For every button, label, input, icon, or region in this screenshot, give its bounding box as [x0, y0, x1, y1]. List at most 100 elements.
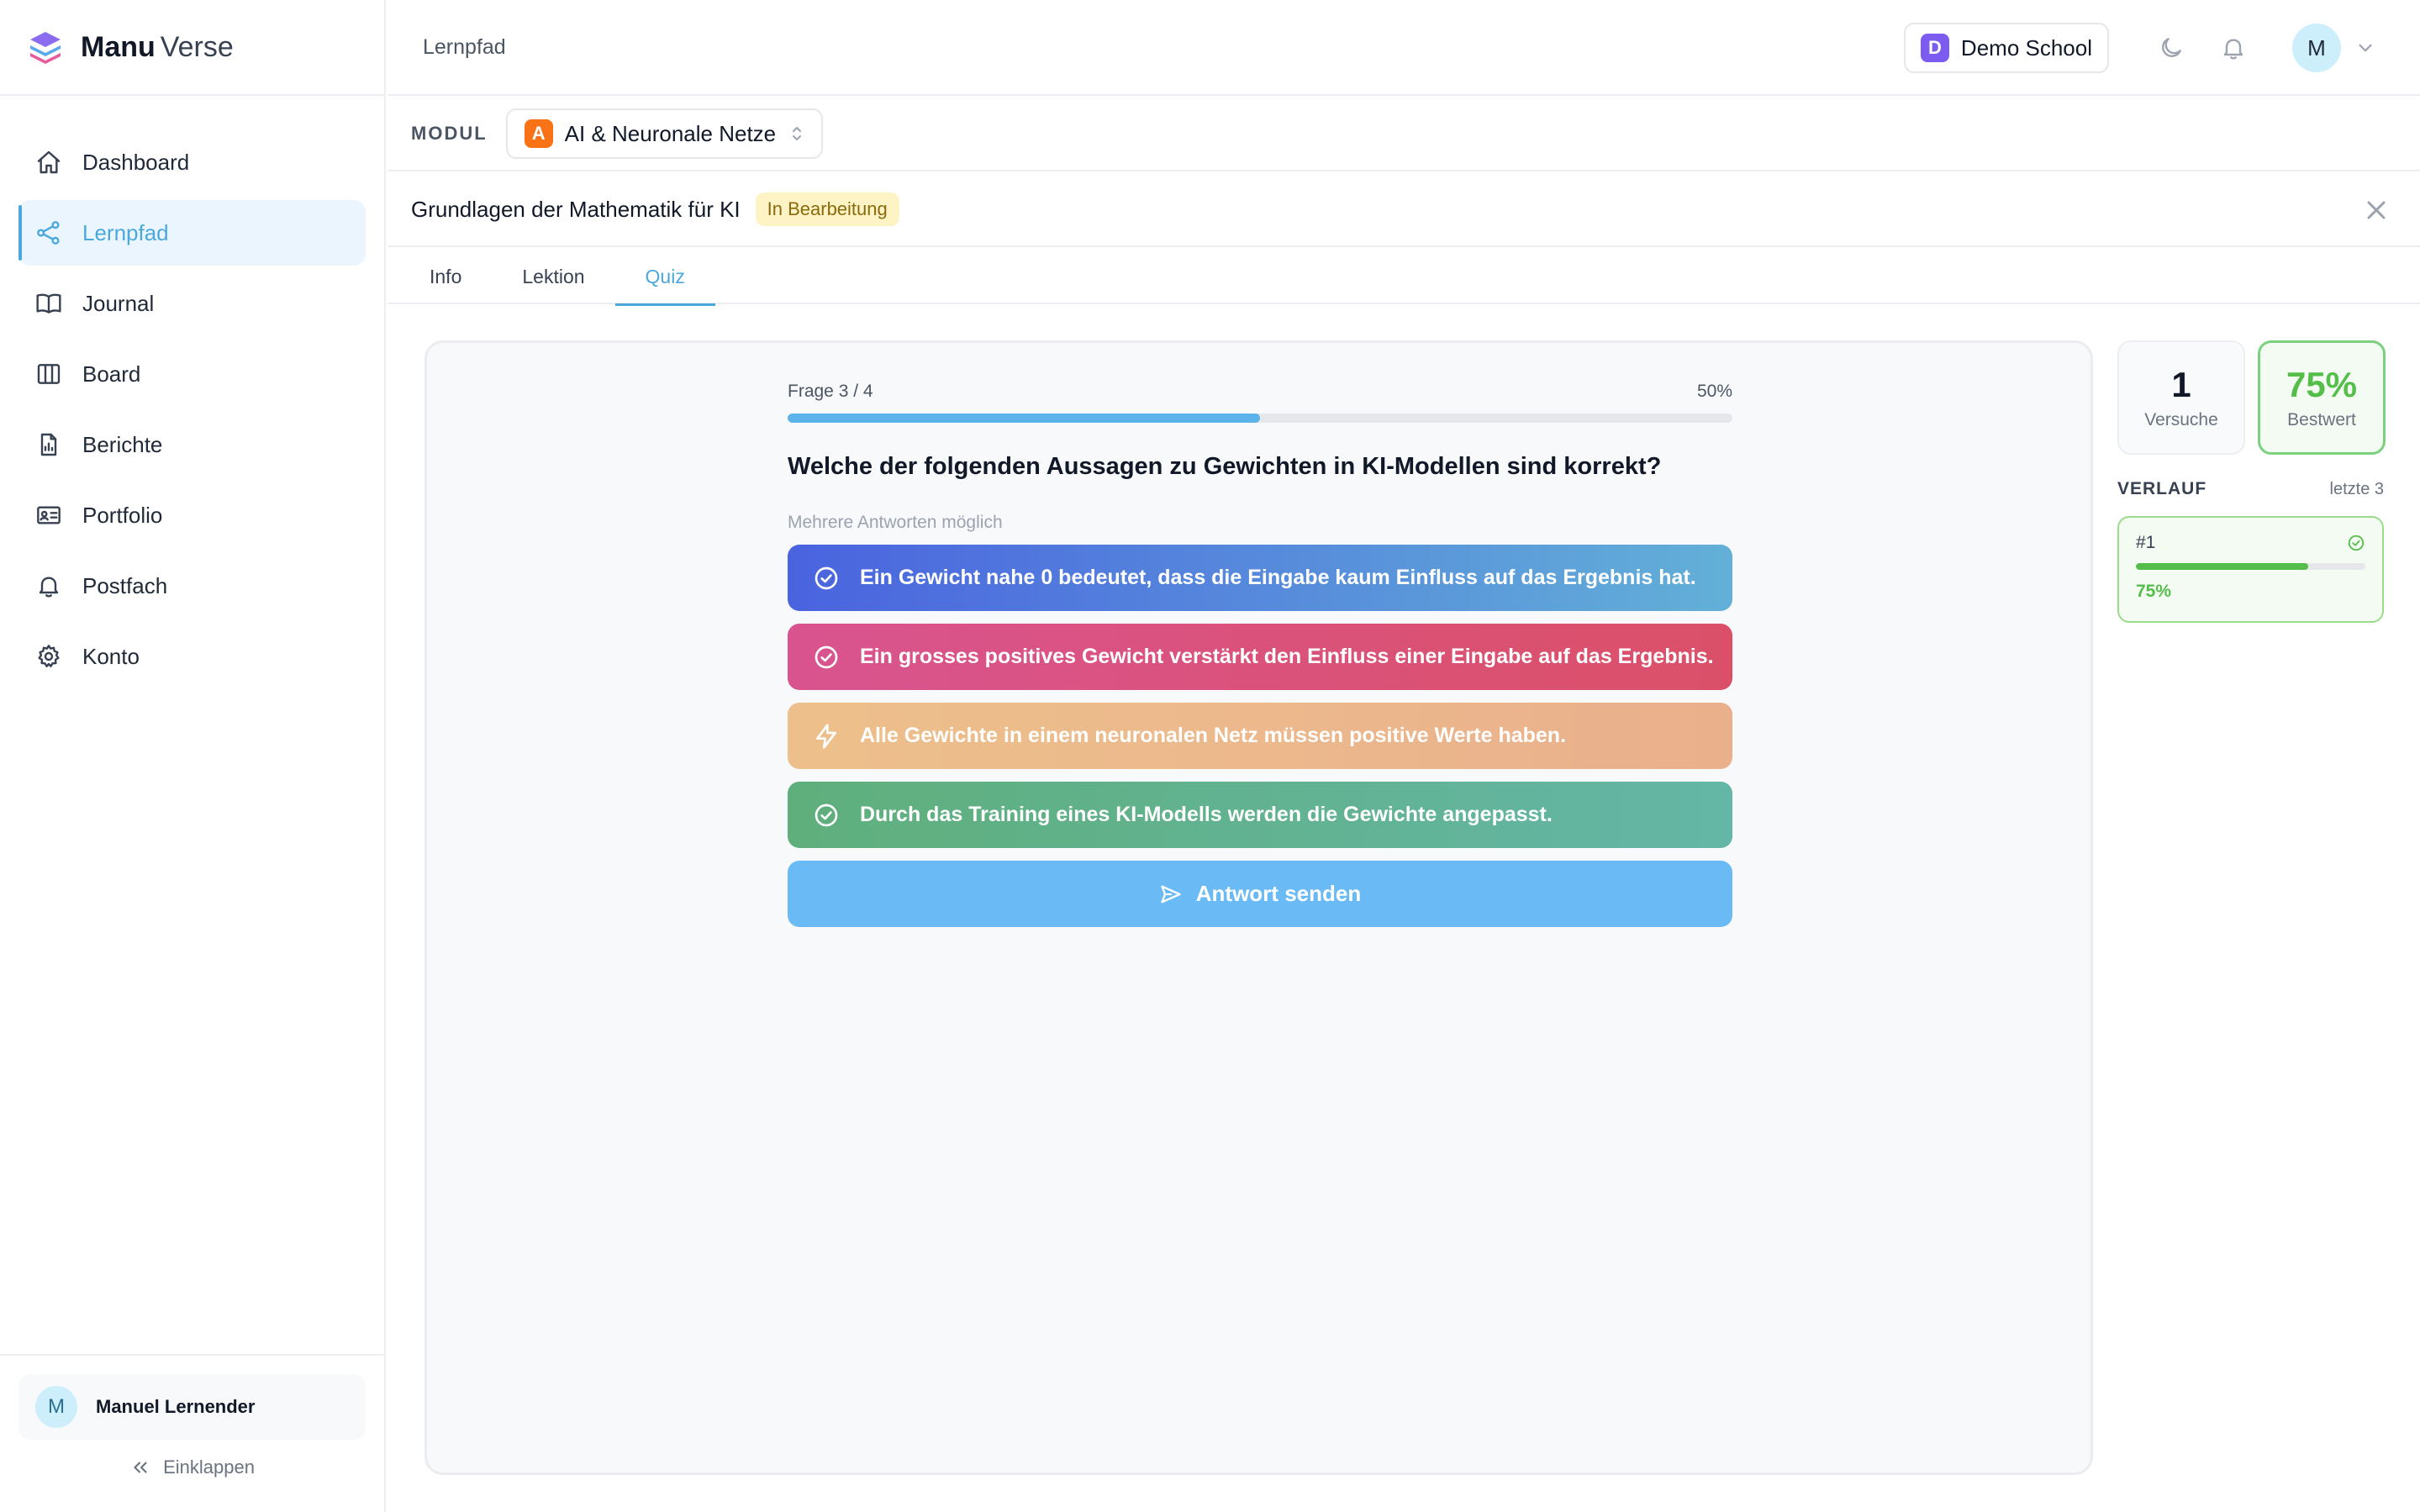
history-header: VERLAUF letzte 3 [2117, 479, 2384, 499]
layers-logo-icon [30, 32, 61, 64]
school-switcher-button[interactable]: D Demo School [1903, 23, 2109, 73]
home-icon [35, 149, 62, 176]
collapse-label: Einklappen [163, 1457, 255, 1478]
moon-icon [2162, 38, 2181, 57]
school-name: Demo School [1960, 34, 2092, 61]
best-score-value: 75% [2286, 365, 2358, 404]
school-badge: D [1920, 34, 1949, 62]
best-score-stat: 75% Bestwert [2258, 340, 2386, 455]
sidebar-item-postfach[interactable]: Postfach [18, 553, 366, 619]
sidebar-item-label: Journal [82, 290, 155, 316]
close-lesson-button[interactable] [2361, 195, 2391, 225]
module-select[interactable]: A AI & Neuronale Netze [505, 108, 824, 159]
submit-answer-button[interactable]: Antwort senden [788, 861, 1732, 927]
lesson-header: Grundlagen der Mathematik für KI In Bear… [388, 173, 2420, 247]
user-card[interactable]: M Manuel Lernender [18, 1374, 366, 1440]
sidebar: Manu Verse Dashboard Lernpfad Journal Bo… [0, 0, 386, 1512]
chevron-up-down-icon [793, 127, 802, 140]
sidebar-item-label: Berichte [82, 431, 163, 457]
progress-bar-fill [788, 414, 1260, 423]
bell-icon [2223, 39, 2243, 60]
brand-name-bold: Manu [81, 30, 156, 63]
module-bar: MODUL A AI & Neuronale Netze [388, 97, 2420, 171]
submit-label: Antwort senden [1195, 881, 1362, 906]
answer-text: Durch das Training eines KI-Modells werd… [860, 803, 1553, 826]
chevrons-left-icon [134, 1462, 147, 1473]
sidebar-item-dashboard[interactable]: Dashboard [18, 129, 366, 195]
user-name: Manuel Lernender [96, 1396, 256, 1417]
collapse-sidebar-button[interactable]: Einklappen [0, 1457, 384, 1478]
answer-text: Ein grosses positives Gewicht verstärkt … [860, 645, 1714, 668]
status-badge: In Bearbeitung [755, 192, 899, 226]
sidebar-item-label: Lernpfad [82, 219, 169, 245]
check-circle-icon [813, 802, 840, 829]
history-subtitle: letzte 3 [2329, 479, 2384, 498]
question-text: Welche der folgenden Aussagen zu Gewicht… [788, 453, 1662, 480]
sidebar-item-label: Postfach [82, 572, 168, 598]
id-card-icon [35, 502, 62, 529]
best-score-label: Bestwert [2287, 410, 2356, 429]
sidebar-item-portfolio[interactable]: Portfolio [18, 482, 366, 548]
history-entry-score: 75% [2136, 582, 2172, 601]
top-header: Lernpfad D Demo School M [388, 0, 2420, 96]
book-open-icon [35, 290, 62, 317]
breadcrumb: Lernpfad [423, 34, 506, 59]
columns-icon [35, 361, 62, 387]
answer-text: Alle Gewichte in einem neuronalen Netz m… [860, 724, 1567, 747]
quiz-content: Frage 3 / 4 50% Welche der folgenden Aus… [788, 382, 1732, 927]
check-circle-icon [813, 644, 840, 671]
dark-mode-toggle[interactable] [2146, 23, 2196, 73]
notifications-button[interactable] [2208, 23, 2259, 73]
sidebar-item-label: Portfolio [82, 502, 163, 528]
lesson-title: Grundlagen der Mathematik für KI [411, 196, 741, 222]
history-entry-top: #1 [2136, 533, 2365, 553]
module-badge: A [524, 119, 553, 148]
question-counter: Frage 3 / 4 [788, 382, 873, 401]
brand[interactable]: Manu Verse [0, 0, 384, 96]
attempts-label: Versuche [2144, 410, 2218, 429]
lesson-tabs: Info Lektion Quiz [388, 249, 2420, 306]
quiz-card: Frage 3 / 4 50% Welche der folgenden Aus… [424, 340, 2093, 1475]
check-circle-icon [813, 565, 840, 592]
sidebar-item-konto[interactable]: Konto [18, 624, 366, 689]
sidebar-item-berichte[interactable]: Berichte [18, 412, 366, 477]
tab-lektion[interactable]: Lektion [492, 249, 614, 304]
close-icon [2367, 201, 2386, 219]
check-circle-icon [2348, 535, 2365, 551]
tab-info[interactable]: Info [399, 249, 492, 304]
tab-quiz[interactable]: Quiz [614, 249, 716, 306]
user-menu-avatar[interactable]: M [2292, 24, 2341, 72]
history-score-bar [2136, 563, 2365, 570]
history-entry-number: #1 [2136, 533, 2156, 552]
sidebar-item-label: Konto [82, 643, 140, 669]
module-name: AI & Neuronale Netze [564, 120, 777, 146]
sidebar-item-lernpfad[interactable]: Lernpfad [18, 200, 366, 266]
sidebar-nav: Dashboard Lernpfad Journal Board Bericht… [0, 96, 384, 689]
answer-option-3[interactable]: Alle Gewichte in einem neuronalen Netz m… [788, 703, 1732, 769]
gear-icon [35, 643, 62, 670]
send-icon [1161, 885, 1181, 903]
history-entry[interactable]: #1 75% [2117, 516, 2384, 623]
file-chart-icon [35, 431, 62, 458]
bell-icon [35, 572, 62, 599]
answer-option-4[interactable]: Durch das Training eines KI-Modells werd… [788, 782, 1732, 848]
brand-name-light: Verse [160, 30, 234, 63]
sidebar-item-label: Dashboard [82, 149, 190, 175]
progress-bar [788, 414, 1732, 423]
progress-row: Frage 3 / 4 50% [788, 382, 1732, 402]
module-label: MODUL [411, 123, 488, 144]
sidebar-item-label: Board [82, 361, 141, 387]
answer-text: Ein Gewicht nahe 0 bedeutet, dass die Ei… [860, 566, 1696, 589]
progress-percent: 50% [1696, 382, 1732, 401]
answer-hint: Mehrere Antworten möglich [788, 513, 1003, 532]
sidebar-item-journal[interactable]: Journal [18, 271, 366, 336]
chevron-down-icon[interactable] [2354, 37, 2376, 59]
header-actions: D Demo School M [1903, 23, 2376, 73]
sidebar-footer: M Manuel Lernender Einklappen [0, 1354, 384, 1512]
attempts-stat: 1 Versuche [2117, 340, 2245, 455]
avatar: M [35, 1386, 77, 1428]
answer-option-1[interactable]: Ein Gewicht nahe 0 bedeutet, dass die Ei… [788, 545, 1732, 611]
lightning-icon [813, 723, 840, 750]
sidebar-item-board[interactable]: Board [18, 341, 366, 407]
answer-option-2[interactable]: Ein grosses positives Gewicht verstärkt … [788, 624, 1732, 690]
